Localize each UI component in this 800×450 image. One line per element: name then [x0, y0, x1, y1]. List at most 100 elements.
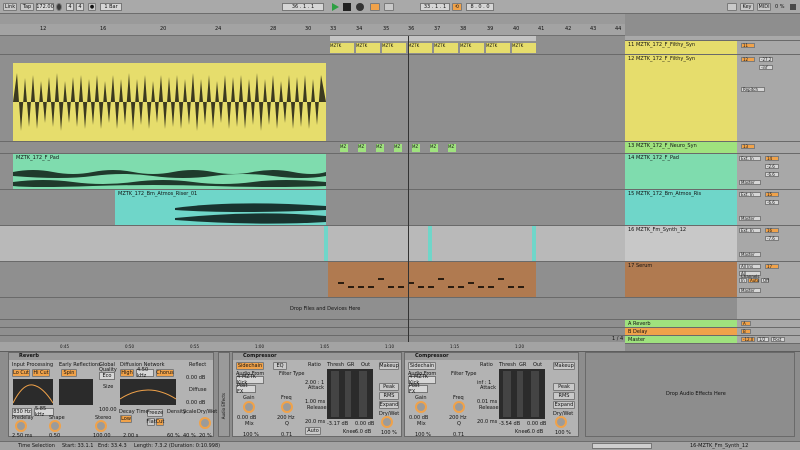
volume-field[interactable]: 14 — [765, 156, 779, 161]
pan-value[interactable]: -27.2 — [759, 57, 773, 62]
compressor-2[interactable]: Compressor Sidechain Audio From 4-MZTK K… — [404, 352, 579, 438]
volume-field[interactable]: 16 — [765, 228, 779, 233]
clip[interactable]: MZTK — [330, 43, 354, 53]
volume-field[interactable]: 17 — [765, 264, 779, 269]
input-channel[interactable]: All Channels — [739, 271, 761, 279]
makeup-toggle[interactable]: Makeup — [553, 362, 575, 370]
record-icon[interactable] — [356, 3, 364, 11]
arrangement-view[interactable]: MZTK MZTK MZTK MZTK MZTK MZTK MZTK MZTK … — [0, 36, 625, 346]
track-lane-11[interactable]: MZTK MZTK MZTK MZTK MZTK MZTK MZTK MZTK — [0, 41, 625, 55]
track-header-15[interactable]: 15 MZTK_172_Bm_Atmos_Ris — [625, 190, 737, 226]
clip[interactable]: MZ — [358, 144, 366, 152]
compressor-meters[interactable] — [327, 369, 373, 419]
key-map-icon[interactable] — [727, 3, 737, 11]
beat-time-ruler[interactable]: 12 16 20 24 28 30 33 34 35 36 37 38 39 4… — [0, 24, 625, 36]
sidechain-toggle[interactable]: Sidechain — [408, 362, 436, 370]
eq-toggle[interactable]: EQ — [273, 362, 287, 370]
metronome-icon[interactable] — [56, 3, 62, 11]
signature-denominator[interactable]: 4 — [76, 3, 84, 11]
metronome-toggle-icon[interactable]: ● — [88, 3, 96, 11]
peak-toggle[interactable]: Peak — [379, 383, 399, 391]
output-type[interactable]: Master — [739, 216, 761, 221]
pan-value[interactable]: -2.6 — [765, 164, 779, 169]
return-letter[interactable]: B — [741, 329, 751, 334]
clip[interactable]: MZTK — [512, 43, 536, 53]
clip[interactable]: MZ — [448, 144, 456, 152]
clip[interactable]: MZ — [376, 144, 384, 152]
volume-field[interactable]: 12 — [741, 57, 755, 62]
key-button[interactable]: Key — [740, 3, 754, 11]
input-type[interactable]: Ext. In — [739, 156, 761, 161]
compressor-meters[interactable] — [499, 369, 545, 419]
input-type[interactable]: All Ins — [739, 264, 761, 269]
stereo-knob[interactable] — [95, 420, 107, 432]
track-header-16[interactable]: 16 MZTK_Fm_Synth_12 — [625, 226, 737, 262]
quality-select[interactable]: Eco — [99, 372, 115, 380]
auto-release[interactable]: Auto — [305, 427, 321, 435]
high-toggle[interactable]: High — [120, 369, 134, 377]
out-meter[interactable] — [359, 371, 367, 417]
clip[interactable]: MZTK — [434, 43, 458, 53]
track-lane-13[interactable]: MZ MZ MZ MZ MZ MZ MZ — [0, 142, 625, 154]
return-lane-b[interactable] — [0, 328, 625, 336]
return-header-b[interactable]: B Delay — [625, 328, 737, 336]
time-ruler[interactable]: 0:45 0:50 0:55 1:00 1:05 1:10 1:15 1:20 — [0, 342, 625, 351]
output-type[interactable]: Master — [739, 252, 761, 257]
clip-edge[interactable] — [324, 226, 328, 261]
track-header-14[interactable]: 14 MZTK_172_F_Pad — [625, 154, 737, 190]
cut-toggle[interactable]: Cut — [156, 418, 164, 426]
rms-toggle[interactable]: RMS — [553, 392, 575, 400]
status-scroll[interactable] — [592, 443, 652, 449]
loop-toggle-icon[interactable]: ⟲ — [452, 3, 462, 11]
input-filter-display[interactable] — [12, 379, 54, 405]
rack-handle[interactable]: Audio Effects — [218, 352, 230, 437]
input-type[interactable]: Ext. In — [739, 228, 761, 233]
cue-out[interactable]: 1/2 — [757, 337, 769, 342]
volume-field[interactable]: 13 — [741, 144, 755, 149]
drop-zone[interactable]: Drop Files and Devices Here — [0, 298, 625, 320]
link-button[interactable]: Link — [3, 3, 17, 11]
expand-toggle[interactable]: Expand — [553, 401, 575, 409]
gain-knob[interactable] — [243, 401, 255, 413]
diffusion-display[interactable] — [119, 379, 177, 405]
shape-knob[interactable] — [49, 420, 61, 432]
song-position[interactable]: 36 . 1 . 1 — [282, 3, 324, 11]
monitor-in[interactable]: In — [739, 278, 747, 283]
expand-toggle[interactable]: Expand — [379, 401, 399, 409]
clip[interactable]: MZ — [430, 144, 438, 152]
clip[interactable]: MZ — [340, 144, 348, 152]
warp-mode[interactable]: Repitch — [741, 87, 765, 92]
clip[interactable]: MZ — [412, 144, 420, 152]
output-type[interactable]: Master — [739, 288, 761, 293]
out-meter[interactable] — [531, 371, 539, 417]
clip[interactable]: MZTK — [382, 43, 406, 53]
return-header-a[interactable]: A Reverb — [625, 320, 737, 328]
clip-edge[interactable] — [428, 226, 432, 261]
lo-cut-toggle[interactable]: Lo Cut — [12, 369, 30, 377]
predelay-knob[interactable] — [15, 420, 27, 432]
midi-clip-serum[interactable] — [328, 262, 536, 297]
master-header[interactable]: Master — [625, 336, 737, 344]
peak-toggle[interactable]: Peak — [553, 383, 575, 391]
track-header-13[interactable]: 13 MZTK_172_F_Neuro_Syn — [625, 142, 737, 154]
audio-clip-atmos[interactable]: MZTK_172_Bm_Atmos_Riser_01 — [115, 190, 326, 225]
track-lane-17[interactable] — [0, 262, 625, 298]
loop-length[interactable]: 8 . 0 . 0 — [466, 3, 494, 11]
clip[interactable]: MZTK — [460, 43, 484, 53]
compressor-1[interactable]: Compressor Sidechain Audio From 4-MZTK K… — [232, 352, 402, 438]
clip-edge[interactable] — [532, 226, 536, 261]
monitor-off[interactable]: Off — [761, 278, 769, 283]
gain-knob[interactable] — [415, 401, 427, 413]
track-header-17[interactable]: 17 Serum — [625, 262, 737, 298]
automation-arm-icon[interactable] — [370, 3, 380, 11]
input-type[interactable]: Ext. In — [739, 192, 761, 197]
freeze-toggle[interactable]: Freeze — [147, 409, 163, 417]
play-icon[interactable] — [331, 3, 339, 11]
shelf-freq[interactable]: 4.50 kHz — [136, 367, 154, 379]
drywet-knob[interactable] — [381, 416, 393, 428]
track-lane-16[interactable] — [0, 226, 625, 262]
rms-toggle[interactable]: RMS — [379, 392, 399, 400]
freq-knob[interactable] — [453, 401, 465, 413]
thresh-meter[interactable] — [331, 371, 339, 417]
hi-cut-toggle[interactable]: Hi Cut — [32, 369, 50, 377]
